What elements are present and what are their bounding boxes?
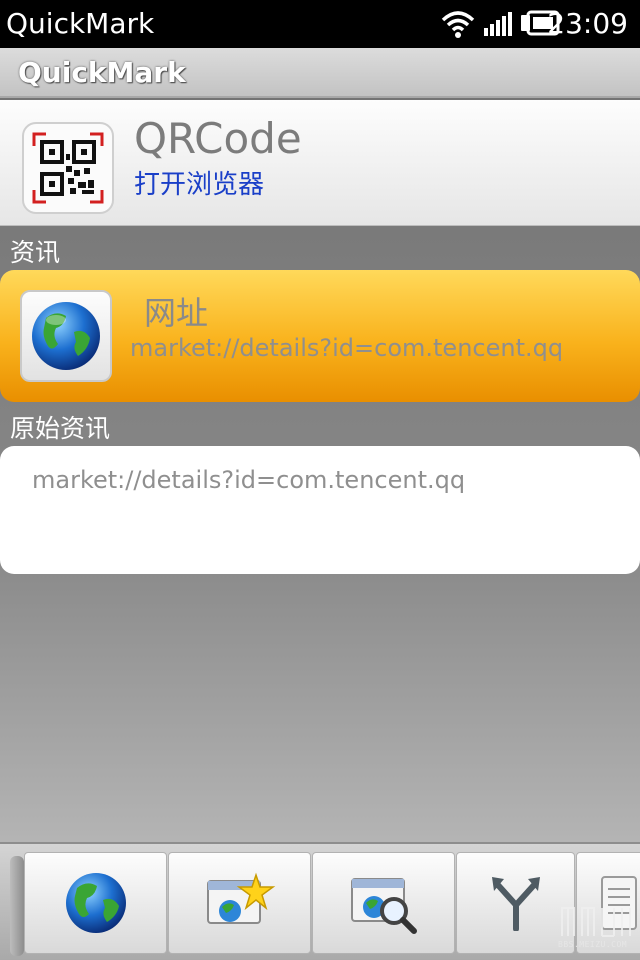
- app-title: QuickMark: [18, 56, 186, 89]
- add-bookmark-button[interactable]: [168, 852, 311, 954]
- result-header: QRCode 打开浏览器: [0, 100, 640, 226]
- wifi-icon: [441, 11, 475, 38]
- url-card-value: market://details?id=com.tencent.qq: [130, 334, 564, 362]
- watermark-text: BBS.MEIZU.COM: [558, 940, 628, 949]
- raw-section-label: 原始资讯: [10, 414, 111, 443]
- globe-icon: [65, 873, 126, 933]
- open-browser-button[interactable]: [24, 852, 167, 954]
- status-bar: QuickMark 23:09: [0, 0, 640, 48]
- url-card-icon-box: [20, 290, 112, 382]
- status-app-name: QuickMark: [6, 7, 155, 40]
- title-bar: QuickMark: [0, 48, 640, 98]
- share-fork-icon: [491, 877, 540, 931]
- signal-icon: [484, 12, 512, 36]
- open-browser-link[interactable]: 打开浏览器: [134, 164, 264, 201]
- url-info-card[interactable]: 网址 market://details?id=com.tencent.qq: [0, 270, 640, 402]
- info-section-label: 资讯: [10, 238, 61, 267]
- url-card-title: 网址: [144, 294, 209, 332]
- code-type-name: QRCode: [134, 114, 302, 163]
- toolbar-drag-handle[interactable]: [10, 856, 24, 956]
- watermark-logo: [561, 907, 631, 937]
- raw-info-card: market://details?id=com.tencent.qq: [0, 446, 640, 574]
- browser-star-icon: [206, 872, 275, 924]
- status-icons: [440, 8, 560, 40]
- status-time: 23:09: [547, 7, 628, 40]
- action-toolbar: [0, 842, 640, 960]
- raw-info-value: market://details?id=com.tencent.qq: [32, 466, 466, 494]
- browser-search-icon: [350, 878, 417, 934]
- globe-icon: [32, 302, 100, 370]
- qr-code-icon: [22, 122, 114, 214]
- web-search-button[interactable]: [312, 852, 455, 954]
- watermark: BBS.MEIZU.COM: [558, 902, 636, 952]
